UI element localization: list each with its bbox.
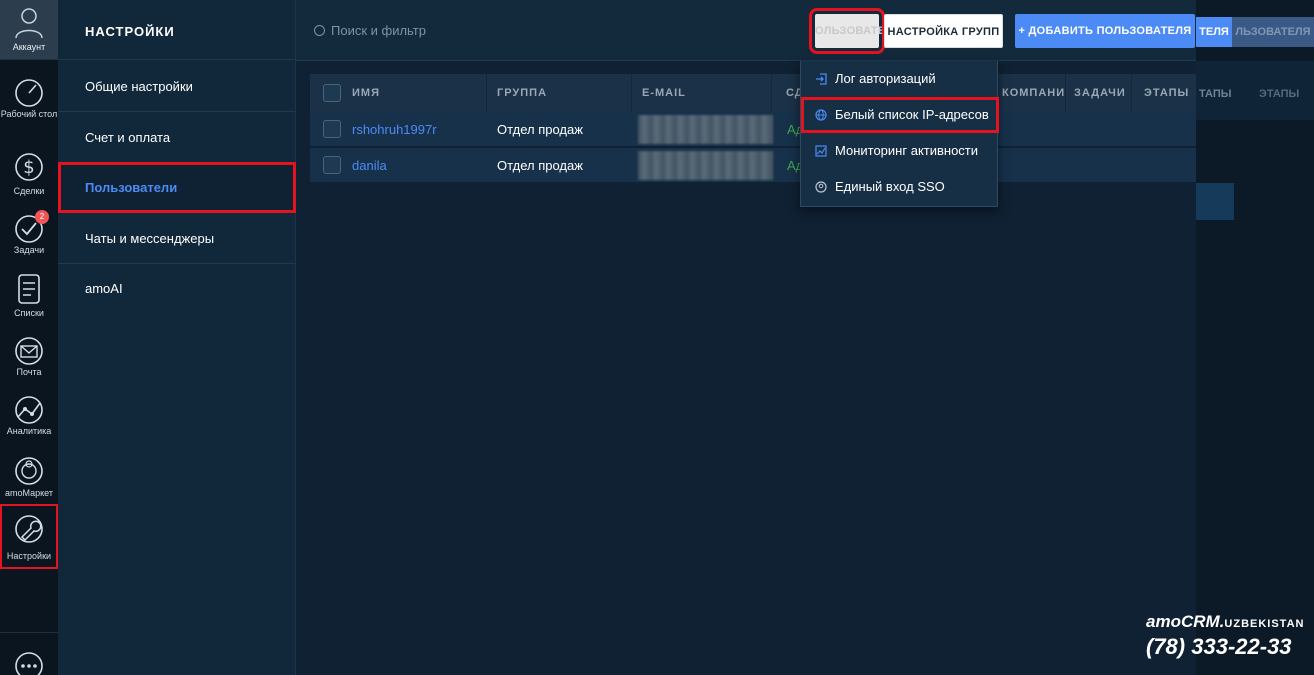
- nav-item-users[interactable]: Пользователи: [58, 162, 296, 213]
- nav-item-billing[interactable]: Счет и оплата: [58, 112, 296, 163]
- dollar-icon: $: [15, 153, 43, 181]
- table-row[interactable]: rshohruh1997r Отдел продаж Ад: [310, 112, 1200, 147]
- rail-label-analytics: Аналитика: [6, 426, 52, 436]
- brand-name: amoCRM.: [1146, 612, 1225, 631]
- globe-icon: [815, 109, 827, 121]
- rail-item-lists[interactable]: Списки: [0, 268, 58, 326]
- main-panel: Поиск и фильтр ОЛЬЗОВАТЕЛИ НАСТРОЙКА ГРУ…: [296, 0, 1314, 675]
- account-button[interactable]: Аккаунт: [0, 0, 58, 60]
- menu-item-activity-monitor[interactable]: Мониторинг активности: [801, 133, 999, 169]
- user-group: Отдел продаж: [497, 158, 583, 173]
- search-icon: [314, 25, 325, 36]
- account-label: Аккаунт: [12, 42, 46, 52]
- rail-label-mail: Почта: [16, 367, 42, 377]
- column-group[interactable]: ГРУППА: [487, 74, 632, 112]
- select-all-checkbox[interactable]: [323, 84, 341, 102]
- rail-label-tasks: Задачи: [13, 245, 45, 255]
- menu-item-ip-whitelist[interactable]: Белый список IP-адресов: [801, 97, 999, 133]
- chart-icon: [815, 145, 827, 157]
- ghost-overlay: ТЕЛЯ ЛЬЗОВАТЕЛЯ ТАПЫ ЭТАПЫ: [1196, 0, 1314, 675]
- search-placeholder: Поиск и фильтр: [331, 23, 426, 38]
- ghost-column-stages: ЭТАПЫ: [1259, 88, 1300, 100]
- nav-item-general[interactable]: Общие настройки: [58, 61, 296, 112]
- rail-item-dashboard[interactable]: Рабочий стол: [0, 72, 58, 130]
- rail-item-mail[interactable]: Почта: [0, 330, 58, 388]
- brand-watermark: amoCRM.UZBEKISTAN (78) 333-22-33: [1140, 612, 1310, 662]
- svg-text:$: $: [23, 157, 34, 178]
- rail-divider: [0, 632, 58, 633]
- column-name[interactable]: ИМЯ: [352, 74, 487, 112]
- rail-item-settings[interactable]: Настройки: [0, 504, 58, 569]
- rail-item-chat[interactable]: [0, 645, 58, 675]
- user-name-link[interactable]: rshohruh1997r: [352, 112, 437, 147]
- column-tasks[interactable]: ЗАДАЧИ: [1066, 74, 1132, 112]
- list-icon: [18, 274, 40, 304]
- nav-item-chats[interactable]: Чаты и мессенджеры: [58, 213, 296, 264]
- settings-sidebar: НАСТРОЙКИ Общие настройки Счет и оплата …: [58, 0, 296, 675]
- top-bar: Поиск и фильтр ОЛЬЗОВАТЕЛИ НАСТРОЙКА ГРУ…: [296, 0, 1314, 61]
- market-icon: [15, 457, 43, 485]
- settings-title: НАСТРОЙКИ: [85, 24, 175, 39]
- menu-label-activity-monitor: Мониторинг активности: [835, 143, 979, 158]
- row-checkbox[interactable]: [323, 120, 341, 138]
- brand-phone: (78) 333-22-33: [1146, 634, 1292, 659]
- user-email-blurred: [638, 115, 773, 144]
- user-group: Отдел продаж: [497, 122, 583, 137]
- table-header: ИМЯ ГРУППА E-MAIL СД КОМПАНИ ЗАДАЧИ ЭТАП…: [310, 74, 1200, 112]
- settings-header: НАСТРОЙКИ: [58, 0, 296, 60]
- search-input[interactable]: Поиск и фильтр: [314, 23, 426, 39]
- group-settings-button[interactable]: НАСТРОЙКА ГРУПП: [884, 14, 1003, 48]
- rail-label-market: amoМаркет: [5, 488, 53, 498]
- brand-logo: amoCRM.UZBEKISTAN: [1146, 612, 1304, 632]
- users-dropdown-menu: Лог авторизаций Белый список IP-адресов …: [800, 61, 999, 207]
- analytics-icon: [15, 396, 43, 424]
- rail-item-tasks[interactable]: 2 Задачи: [0, 208, 58, 266]
- row-checkbox[interactable]: [323, 156, 341, 174]
- avatar-icon: [15, 8, 43, 38]
- user-email-blurred: [638, 151, 773, 180]
- user-name-link[interactable]: danila: [352, 148, 387, 183]
- column-stages[interactable]: ЭТАПЫ: [1132, 74, 1200, 112]
- menu-item-sso[interactable]: Единый вход SSO: [801, 169, 999, 205]
- column-deals[interactable]: СД: [772, 74, 802, 112]
- menu-item-login-log[interactable]: Лог авторизаций: [801, 61, 999, 97]
- app-rail: Аккаунт Рабочий стол $ Сделки 2 Задачи С…: [0, 0, 58, 675]
- tasks-badge: 2: [35, 210, 49, 224]
- ghost-column-stages-partial: ТАПЫ: [1199, 88, 1232, 100]
- nav-item-amoai[interactable]: amoAI: [58, 263, 296, 314]
- ghost-row: [1196, 183, 1234, 220]
- table-row[interactable]: danila Отдел продаж Ад: [310, 148, 1200, 183]
- menu-label-login-log: Лог авторизаций: [835, 71, 936, 86]
- rail-item-market[interactable]: amoМаркет: [0, 450, 58, 508]
- wrench-icon: [15, 515, 43, 543]
- ghost-button-partial: ТЕЛЯ: [1196, 17, 1232, 47]
- users-button[interactable]: ОЛЬЗОВАТЕЛИ: [809, 8, 901, 54]
- rail-item-analytics[interactable]: Аналитика: [0, 389, 58, 447]
- rail-item-deals[interactable]: $ Сделки: [0, 146, 58, 204]
- brand-country: UZBEKISTAN: [1224, 618, 1305, 630]
- rail-label-dashboard: Рабочий стол: [0, 109, 58, 119]
- login-icon: [816, 73, 827, 85]
- rail-label-deals: Сделки: [13, 186, 45, 196]
- chat-icon: [15, 652, 43, 675]
- column-email[interactable]: E-MAIL: [632, 74, 772, 112]
- menu-label-ip-whitelist: Белый список IP-адресов: [835, 107, 989, 122]
- menu-label-sso: Единый вход SSO: [835, 179, 945, 194]
- user-circle-icon: [815, 181, 827, 193]
- column-companies[interactable]: КОМПАНИ: [998, 74, 1066, 112]
- rail-label-lists: Списки: [14, 308, 44, 318]
- mail-icon: [15, 337, 43, 365]
- dashboard-icon: [15, 79, 43, 107]
- ghost-button-disabled: ЛЬЗОВАТЕЛЯ: [1232, 17, 1314, 47]
- rail-label-settings: Настройки: [6, 551, 52, 561]
- add-user-button[interactable]: + ДОБАВИТЬ ПОЛЬЗОВАТЕЛЯ: [1015, 14, 1195, 48]
